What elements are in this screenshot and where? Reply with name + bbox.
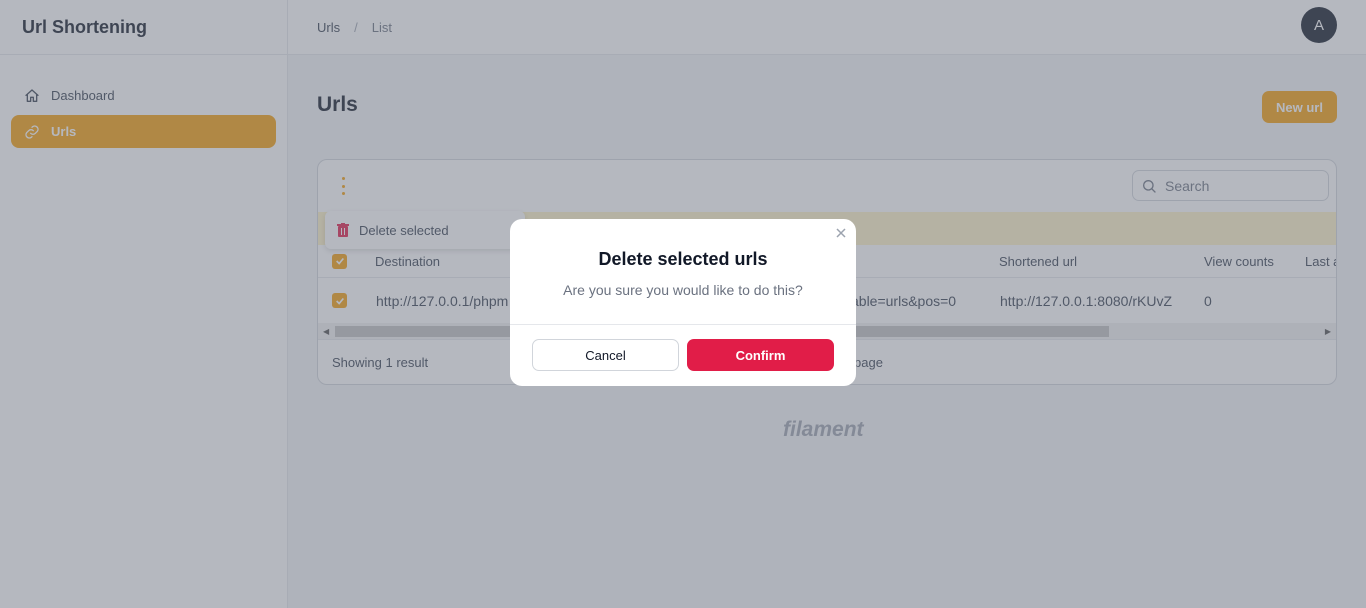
modal-description: Are you sure you would like to do this?	[563, 282, 803, 298]
close-icon[interactable]	[834, 226, 848, 240]
modal-divider	[510, 324, 856, 325]
confirm-button[interactable]: Confirm	[687, 339, 834, 371]
modal-title: Delete selected urls	[598, 249, 768, 269]
confirm-delete-modal: Delete selected urls Are you sure you wo…	[510, 219, 856, 386]
cancel-button[interactable]: Cancel	[532, 339, 679, 371]
